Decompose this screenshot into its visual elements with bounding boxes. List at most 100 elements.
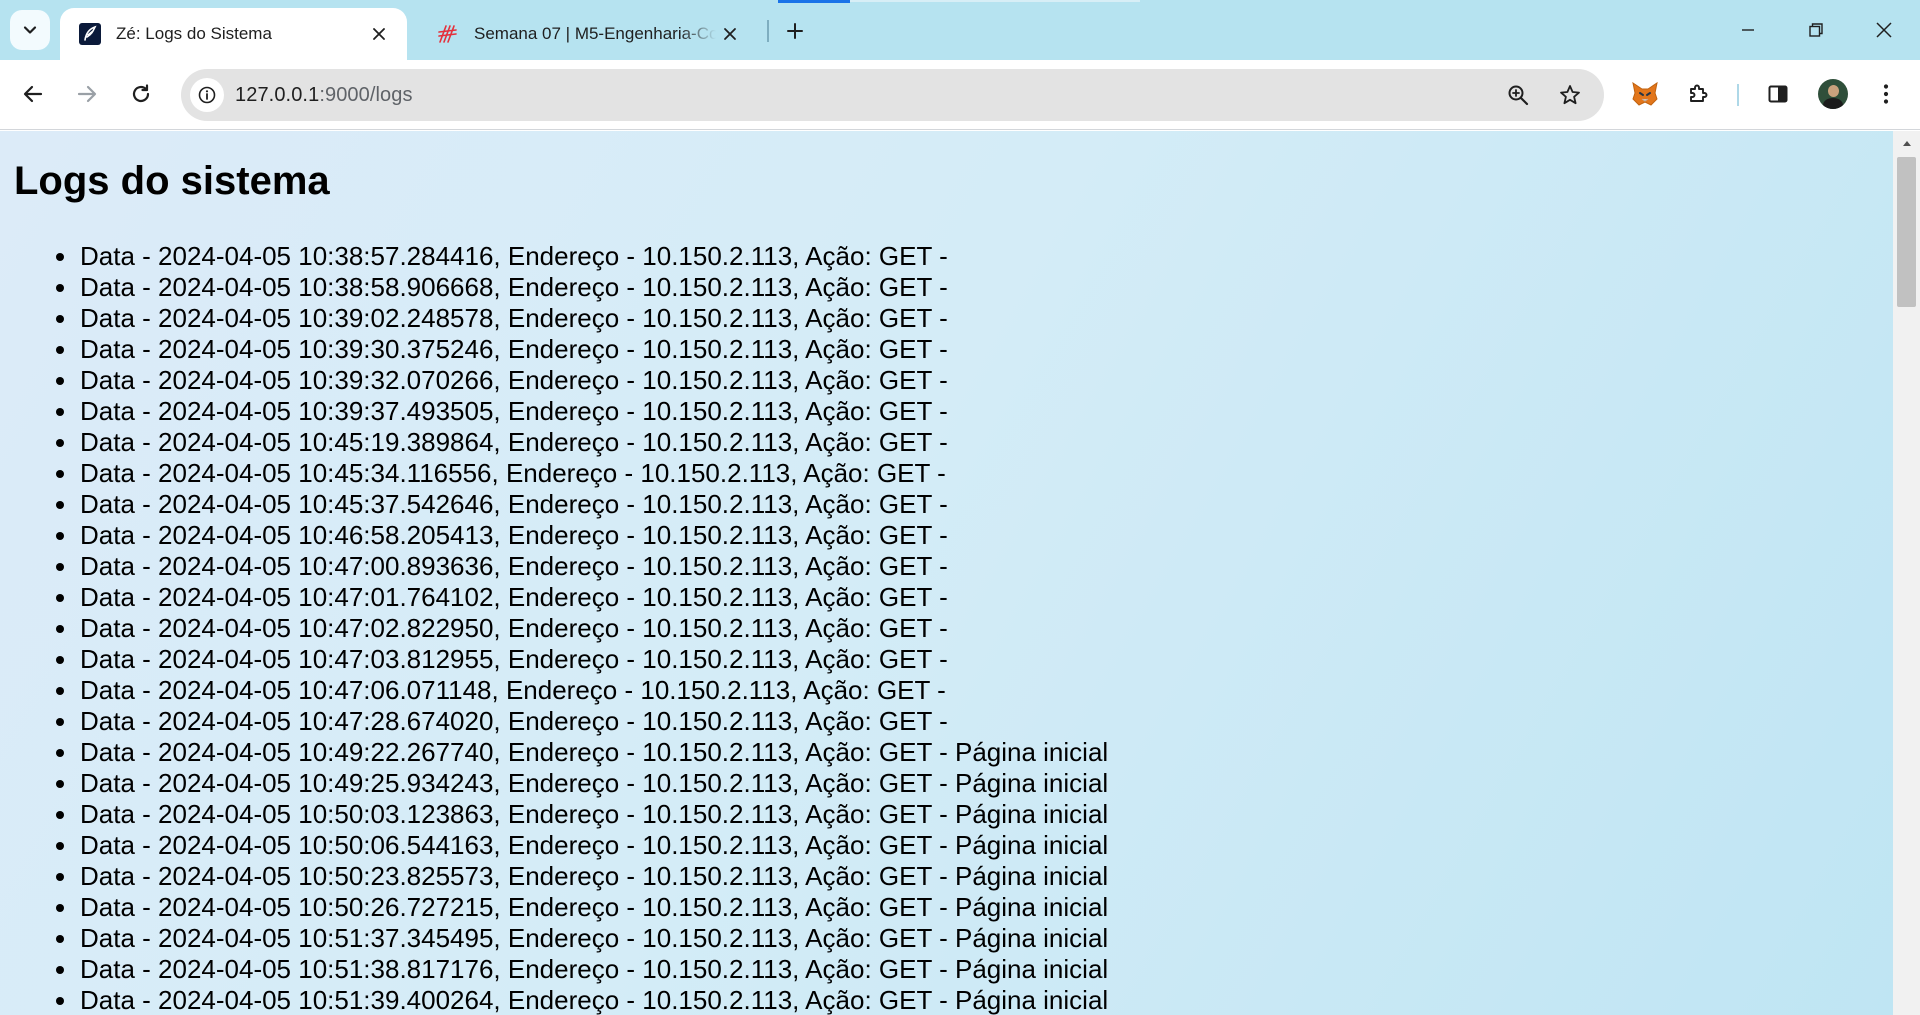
list-bullet [56,904,64,912]
log-entry: Data - 2024-04-05 10:47:01.764102, Ender… [56,582,1108,613]
metamask-fox-icon[interactable] [1625,74,1665,114]
log-entry: Data - 2024-04-05 10:51:37.345495, Ender… [56,923,1109,954]
log-entry-text: Data - 2024-04-05 10:50:23.825573, Ender… [80,861,1109,891]
loading-indicator [778,0,850,3]
avatar [1818,79,1848,109]
list-bullet [56,563,64,571]
log-entry-text: Data - 2024-04-05 10:50:06.544163, Ender… [80,830,1109,860]
log-entry: Data - 2024-04-05 10:45:19.389864, Ender… [56,427,1108,458]
log-entry-text: Data - 2024-04-05 10:45:34.116556, Ender… [80,458,946,488]
tab-separator [767,20,769,42]
list-bullet [56,935,64,943]
tab-logs-do-sistema[interactable]: Zé: Logs do Sistema [60,8,407,60]
list-bullet [56,780,64,788]
log-entry: Data - 2024-04-05 10:50:06.544163, Ender… [56,830,1109,861]
forward-button[interactable] [67,74,107,114]
log-entry: Data - 2024-04-05 10:47:00.893636, Ender… [56,551,1108,582]
restore-icon [1809,23,1823,37]
list-bullet [56,346,64,354]
log-entry: Data - 2024-04-05 10:47:03.812955, Ender… [56,644,1108,675]
log-entry-text: Data - 2024-04-05 10:39:32.070266, Ender… [80,365,948,395]
restore-button[interactable] [1782,0,1850,60]
log-entry-text: Data - 2024-04-05 10:47:28.674020, Ender… [80,706,948,736]
log-entry-text: Data - 2024-04-05 10:45:19.389864, Ender… [80,427,948,457]
browser-menu-button[interactable] [1866,74,1906,114]
log-entry: Data - 2024-04-05 10:50:03.123863, Ender… [56,799,1109,830]
log-entry: Data - 2024-04-05 10:38:57.284416, Ender… [56,241,1108,272]
log-entry-text: Data - 2024-04-05 10:51:38.817176, Ender… [80,954,1109,984]
address-bar[interactable]: 127.0.0.1:9000/logs [181,69,1604,121]
log-entry-text: Data - 2024-04-05 10:51:39.400264, Ender… [80,985,1109,1015]
log-entry: Data - 2024-04-05 10:38:58.906668, Ender… [56,272,1108,303]
tab-semana-07[interactable]: Semana 07 | M5-Engenharia-Co [418,8,758,60]
close-icon [1876,22,1892,38]
reload-icon [132,84,150,103]
list-bullet [56,873,64,881]
log-entry-text: Data - 2024-04-05 10:51:37.345495, Ender… [80,923,1109,953]
log-entry-text: Data - 2024-04-05 10:49:22.267740, Ender… [80,737,1109,767]
log-entry-text: Data - 2024-04-05 10:46:58.205413, Ender… [80,520,948,550]
list-bullet [56,842,64,850]
list-bullet [56,656,64,664]
log-entry: Data - 2024-04-05 10:47:06.071148, Ender… [56,675,1108,706]
list-bullet [56,408,64,416]
log-entry: Data - 2024-04-05 10:49:25.934243, Ender… [56,768,1108,799]
profile-avatar[interactable] [1813,74,1853,114]
list-bullet [56,687,64,695]
list-bullet [56,501,64,509]
log-entry-text: Data - 2024-04-05 10:47:03.812955, Ender… [80,644,948,674]
tab-title: Zé: Logs do Sistema [116,24,272,43]
reload-button[interactable] [121,74,161,114]
python-feather-icon [78,22,102,46]
log-entry: Data - 2024-04-05 10:45:34.116556, Ender… [56,458,1108,489]
log-entry-text: Data - 2024-04-05 10:39:37.493505, Ender… [80,396,948,426]
log-entry: Data - 2024-04-05 10:50:26.727215, Ender… [56,892,1109,923]
minimize-icon [1742,29,1754,31]
tab-search-button[interactable] [10,10,50,50]
more-vert-icon [1883,84,1889,104]
back-button[interactable] [13,74,53,114]
log-entry: Data - 2024-04-05 10:49:22.267740, Ender… [56,737,1109,768]
bookmark-star-icon[interactable] [1554,79,1586,111]
page-content: Logs do sistema Data - 2024-04-05 10:38:… [0,131,1893,1015]
list-bullet [56,315,64,323]
page-title: Logs do sistema [14,159,330,203]
log-entry-text: Data - 2024-04-05 10:50:26.727215, Ender… [80,892,1109,922]
log-entry: Data - 2024-04-05 10:47:02.822950, Ender… [56,613,1108,644]
zoom-icon[interactable] [1502,79,1534,111]
list-bullet [56,439,64,447]
extensions-puzzle-icon[interactable] [1678,74,1718,114]
log-entry-text: Data - 2024-04-05 10:47:06.071148, Ender… [80,675,946,705]
chevron-down-icon [23,26,37,34]
close-window-button[interactable] [1850,0,1918,60]
log-entry: Data - 2024-04-05 10:50:23.825573, Ender… [56,861,1109,892]
vertical-scrollbar[interactable] [1893,131,1920,1015]
minimize-button[interactable] [1714,0,1782,60]
close-icon[interactable] [716,20,744,48]
tab-title: Semana 07 | M5-Engenharia-Co [474,24,716,43]
site-info-icon[interactable] [190,78,224,112]
log-entry-text: Data - 2024-04-05 10:47:00.893636, Ender… [80,551,948,581]
log-entry-text: Data - 2024-04-05 10:47:01.764102, Ender… [80,582,948,612]
log-list: Data - 2024-04-05 10:38:57.284416, Ender… [56,241,1109,1015]
log-entry: Data - 2024-04-05 10:51:39.400264, Ender… [56,985,1109,1015]
log-entry-text: Data - 2024-04-05 10:50:03.123863, Ender… [80,799,1109,829]
arrow-left-icon [23,85,43,103]
list-bullet [56,966,64,974]
log-entry: Data - 2024-04-05 10:39:30.375246, Ender… [56,334,1108,365]
list-bullet [56,718,64,726]
side-panel-icon[interactable] [1758,74,1798,114]
log-entry: Data - 2024-04-05 10:39:02.248578, Ender… [56,303,1108,334]
list-bullet [56,377,64,385]
scrollbar-thumb[interactable] [1897,157,1916,307]
url-text[interactable]: 127.0.0.1:9000/logs [235,84,413,107]
browser-toolbar: 127.0.0.1:9000/logs [0,60,1920,130]
log-entry-text: Data - 2024-04-05 10:38:58.906668, Ender… [80,272,948,302]
tab-strip: Zé: Logs do Sistema Semana 07 | M5-Engen… [0,0,1920,60]
scroll-up-arrow-icon[interactable] [1893,135,1920,151]
list-bullet [56,532,64,540]
close-icon[interactable] [365,20,393,48]
new-tab-button[interactable] [778,14,812,48]
inteli-logo-icon [436,22,460,46]
list-bullet [56,749,64,757]
